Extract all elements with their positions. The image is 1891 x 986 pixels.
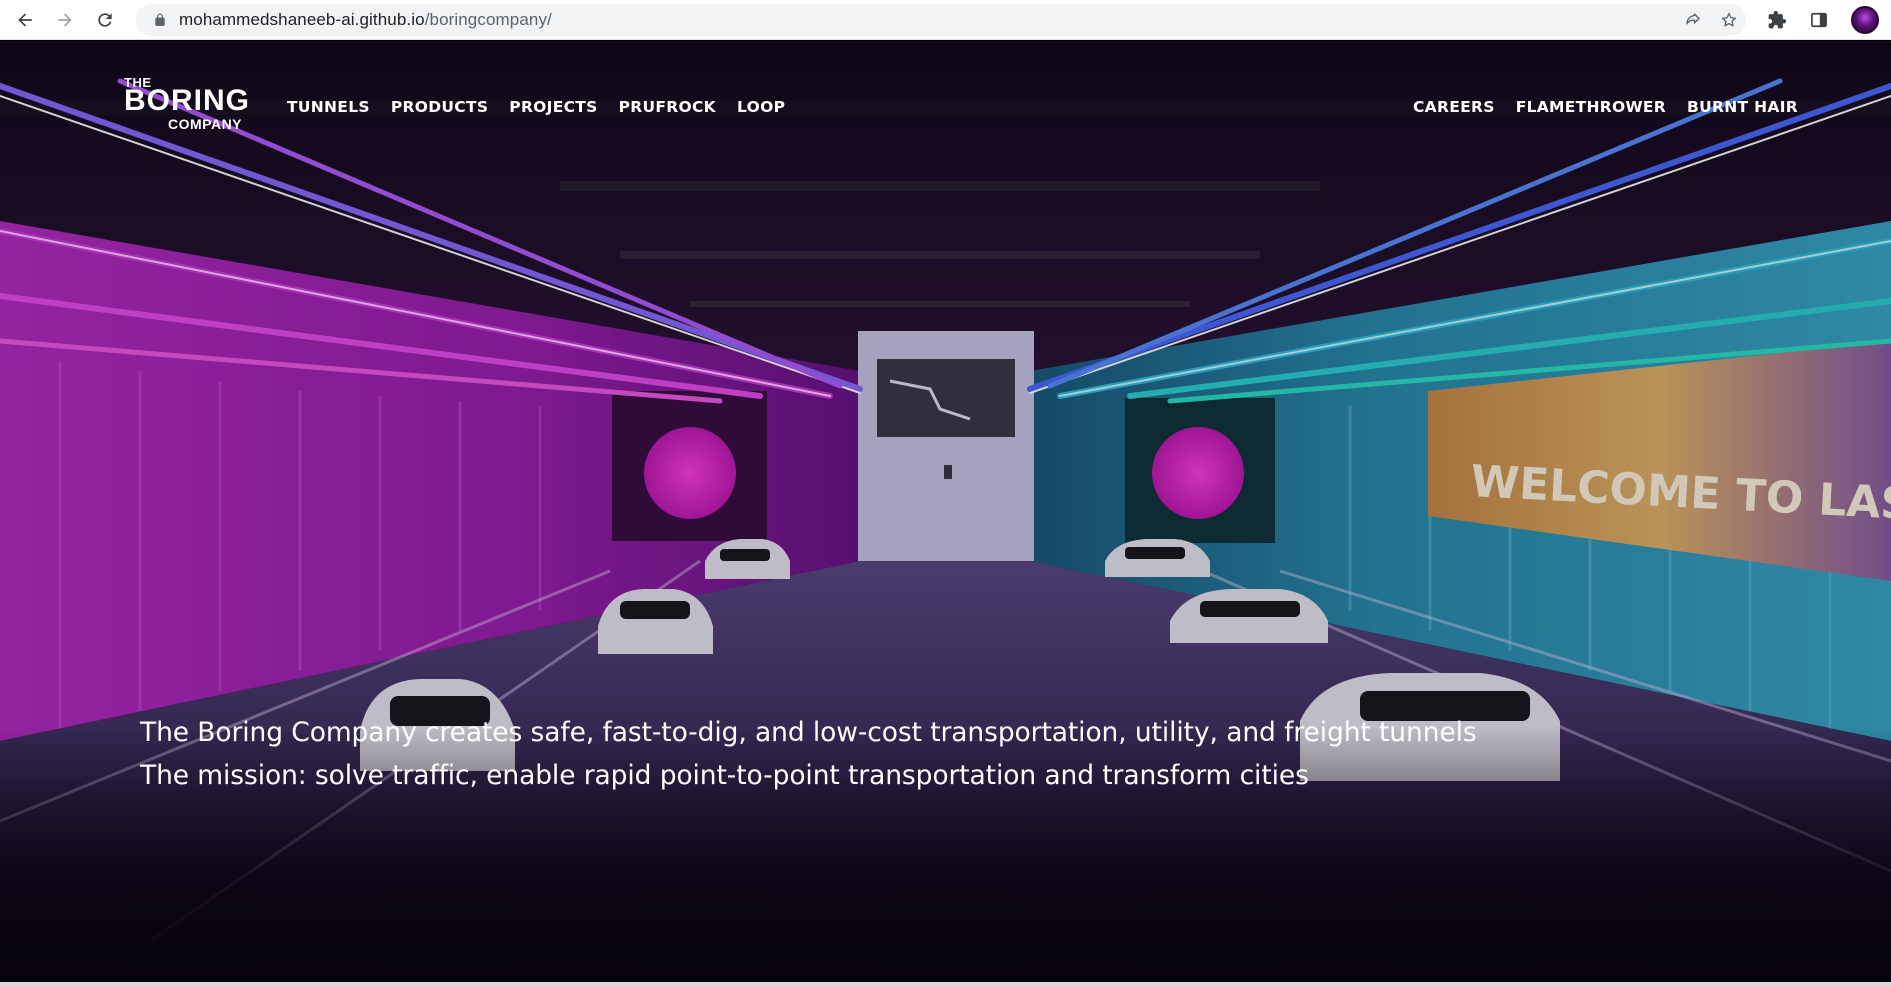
- reload-icon[interactable]: [90, 5, 120, 35]
- share-icon[interactable]: [1684, 11, 1702, 29]
- url-host: mohammedshaneeb-ai.github.io: [179, 10, 425, 29]
- address-bar[interactable]: mohammedshaneeb-ai.github.io/boringcompa…: [136, 4, 1746, 36]
- logo-boring: BORING: [124, 84, 250, 117]
- browser-toolbar: mohammedshaneeb-ai.github.io/boringcompa…: [0, 0, 1891, 40]
- back-arrow-icon[interactable]: [10, 5, 40, 35]
- nav-loop[interactable]: LOOP: [737, 98, 785, 116]
- hero-line-2: The mission: solve traffic, enable rapid…: [140, 760, 1309, 791]
- nav-careers[interactable]: CAREERS: [1413, 98, 1495, 116]
- nav-products[interactable]: PRODUCTS: [391, 98, 488, 116]
- boring-company-logo[interactable]: THE BORING COMPANY: [124, 76, 264, 136]
- forward-arrow-icon[interactable]: [50, 5, 80, 35]
- hero-line-1: The Boring Company creates safe, fast-to…: [140, 717, 1477, 748]
- hero-tagline: The Boring Company creates safe, fast-to…: [140, 711, 1477, 797]
- primary-nav: TUNNELS PRODUCTS PROJECTS PRUFROCK LOOP: [287, 98, 785, 116]
- site-header: THE BORING COMPANY TUNNELS PRODUCTS PROJ…: [0, 41, 1891, 181]
- profile-avatar[interactable]: [1851, 6, 1879, 34]
- nav-tunnels[interactable]: TUNNELS: [287, 98, 370, 116]
- nav-prufrock[interactable]: PRUFROCK: [619, 98, 716, 116]
- logo-company: COMPANY: [168, 116, 243, 132]
- secondary-nav: CAREERS FLAMETHROWER BURNT HAIR: [1413, 98, 1798, 116]
- star-icon[interactable]: [1720, 11, 1738, 29]
- url-path: /boringcompany/: [424, 10, 552, 29]
- url-text: mohammedshaneeb-ai.github.io/boringcompa…: [179, 10, 552, 30]
- lock-icon[interactable]: [153, 12, 169, 28]
- nav-projects[interactable]: PROJECTS: [509, 98, 597, 116]
- nav-burnt-hair[interactable]: BURNT HAIR: [1687, 98, 1798, 116]
- side-panel-icon[interactable]: [1809, 10, 1829, 30]
- page-viewport: WELCOME TO LAS VEG: [0, 41, 1891, 986]
- nav-flamethrower[interactable]: FLAMETHROWER: [1516, 98, 1666, 116]
- extensions-icon[interactable]: [1767, 10, 1787, 30]
- horizontal-scrollbar[interactable]: [0, 982, 1891, 986]
